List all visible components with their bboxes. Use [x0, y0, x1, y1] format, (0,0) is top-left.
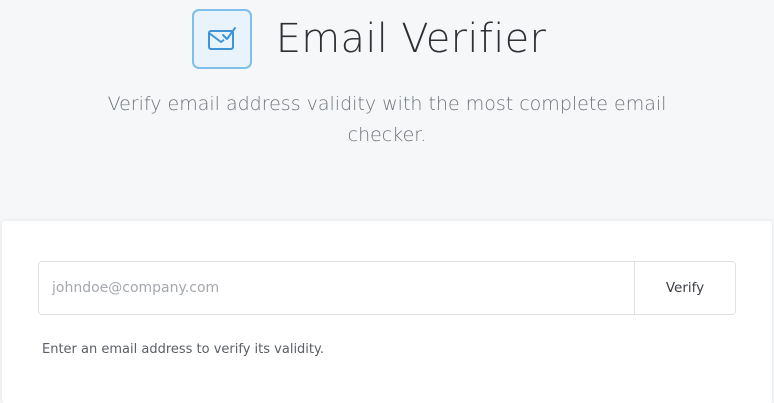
email-verifier-page: Email Verifier Verify email address vali…: [0, 0, 774, 403]
email-input-group: Verify: [38, 261, 736, 315]
page-title: Email Verifier: [275, 16, 547, 62]
logo: [191, 9, 252, 69]
help-text: Enter an email address to verify its val…: [42, 342, 324, 357]
verify-card: Verify Enter an email address to verify …: [2, 221, 772, 403]
header: Email Verifier: [0, 8, 774, 70]
envelope-check-icon: [207, 27, 236, 50]
page-subtitle: Verify email address validity with the m…: [107, 93, 667, 146]
verify-button[interactable]: Verify: [634, 262, 735, 314]
email-input[interactable]: [39, 262, 634, 314]
